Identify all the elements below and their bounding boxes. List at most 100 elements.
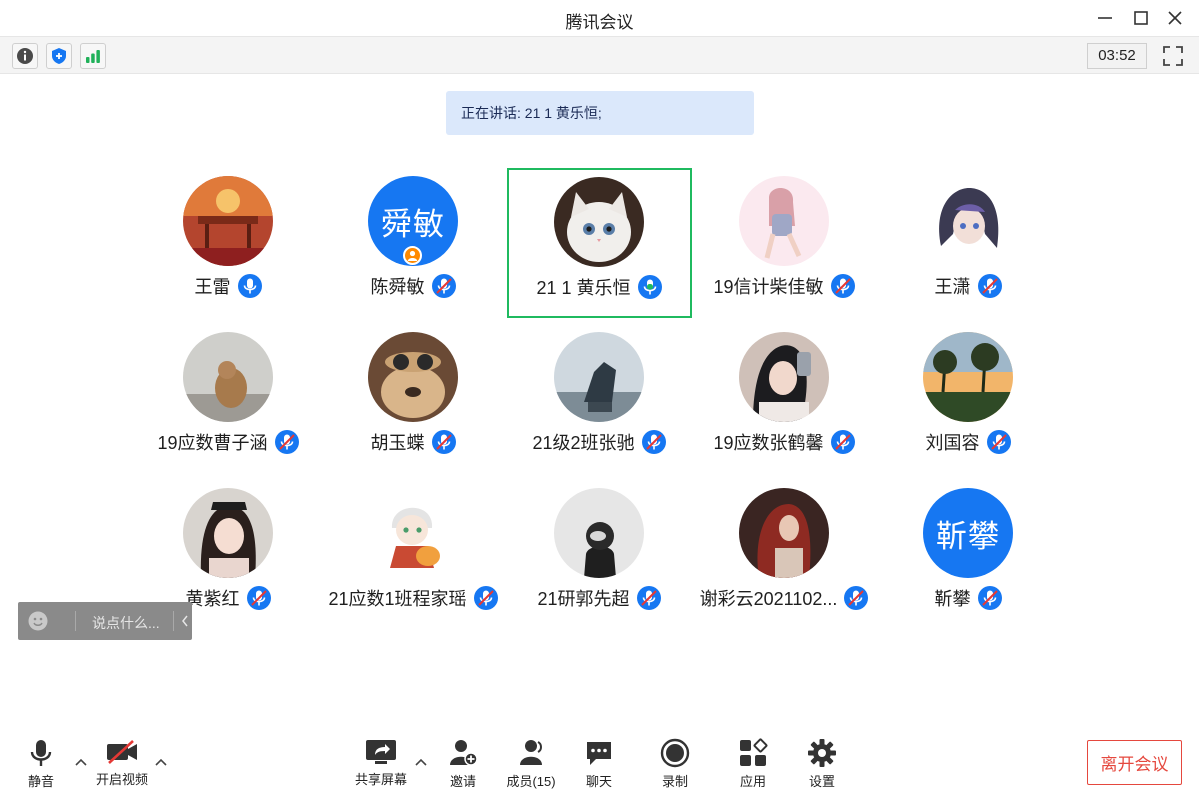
mic-muted-icon	[246, 586, 271, 610]
bottom-toolbar: 静音 开启视频 共享屏幕 邀请 成员(15) 聊天 录制 应用 设置	[0, 730, 1199, 793]
participant-name: 19信计柴佳敏	[713, 277, 824, 297]
mic-muted-icon	[844, 586, 869, 610]
mic-muted-icon	[830, 430, 855, 454]
avatar	[183, 332, 273, 422]
avatar: 靳攀	[923, 488, 1013, 578]
maximize-button[interactable]	[1128, 7, 1154, 29]
meeting-timer: 03:52	[1087, 43, 1147, 69]
participant-tile[interactable]: 舜敏 陈舜敏	[321, 167, 506, 317]
participant-tile[interactable]: 21研郭先超	[507, 479, 692, 629]
settings-button[interactable]: 设置	[805, 738, 839, 789]
participant-name: 黄紫红	[185, 589, 240, 609]
share-screen-label: 共享屏幕	[354, 772, 407, 787]
mic-muted-icon	[977, 274, 1002, 298]
mic-muted-icon	[274, 430, 299, 454]
avatar	[739, 488, 829, 578]
mic-muted-icon	[641, 430, 666, 454]
mic-muted-icon	[830, 274, 855, 298]
participant-name: 19应数曹子涵	[157, 433, 268, 453]
share-screen-button[interactable]: 共享屏幕	[352, 738, 410, 788]
apps-label: 应用	[739, 774, 766, 789]
avatar	[368, 332, 458, 422]
participant-tile[interactable]: 21应数1班程家瑶	[321, 479, 506, 629]
minimize-button[interactable]	[1092, 7, 1118, 29]
close-icon	[1168, 11, 1182, 25]
participant-tile[interactable]: 19应数张鹤馨	[692, 323, 877, 473]
start-video-button[interactable]: 开启视频	[92, 738, 152, 788]
chat-input-placeholder[interactable]: 说点什么...	[92, 613, 160, 633]
maximize-icon	[1134, 11, 1148, 25]
participant-name: 胡玉蝶	[370, 433, 425, 453]
avatar	[183, 488, 273, 578]
participant-tile[interactable]: 谢彩云2021102...	[692, 479, 877, 629]
mic-speaking-icon	[637, 275, 662, 299]
video-options-chevron-icon[interactable]	[154, 757, 168, 767]
participant-name: 陈舜敏	[370, 277, 425, 297]
participant-name: 王雷	[194, 277, 231, 297]
participant-tile[interactable]: 19信计柴佳敏	[692, 167, 877, 317]
minimize-icon	[1098, 17, 1112, 19]
participant-name: 21应数1班程家瑶	[328, 589, 467, 609]
chat-input-bar[interactable]: 说点什么...	[18, 602, 192, 640]
microphone-icon	[30, 740, 52, 766]
meeting-info-button[interactable]	[12, 43, 38, 69]
meeting-info-bar: 03:52	[0, 36, 1199, 74]
mic-muted-icon	[986, 430, 1011, 454]
fullscreen-icon	[1163, 46, 1183, 66]
participant-tile[interactable]: 刘国容	[876, 323, 1061, 473]
participant-name: 21研郭先超	[537, 589, 630, 609]
avatar	[183, 176, 273, 266]
emoji-icon[interactable]	[28, 611, 48, 631]
avatar	[923, 176, 1013, 266]
apps-button[interactable]: 应用	[736, 738, 770, 789]
signal-icon	[86, 50, 100, 63]
active-speaker-banner: 正在讲话: 21 1 黄乐恒;	[446, 91, 754, 135]
avatar	[368, 488, 458, 578]
mute-button[interactable]: 静音	[24, 738, 58, 789]
network-status-button[interactable]	[80, 43, 106, 69]
participant-name: 21 1 黄乐恒	[536, 278, 631, 298]
participant-tile-speaking[interactable]: 21 1 黄乐恒	[507, 168, 692, 318]
start-video-label: 开启视频	[95, 772, 148, 787]
gear-icon	[808, 739, 836, 767]
participant-name: 谢彩云2021102...	[699, 589, 838, 609]
members-button[interactable]: 成员(15)	[504, 738, 558, 789]
record-button[interactable]: 录制	[658, 738, 692, 789]
info-icon	[17, 48, 33, 64]
avatar	[739, 176, 829, 266]
video-off-icon	[107, 740, 137, 764]
avatar	[554, 488, 644, 578]
avatar	[554, 177, 644, 267]
share-options-chevron-icon[interactable]	[414, 757, 428, 767]
participant-tile[interactable]: 胡玉蝶	[321, 323, 506, 473]
audio-options-chevron-icon[interactable]	[74, 757, 88, 767]
participant-tile[interactable]: 靳攀 靳攀	[876, 479, 1061, 629]
share-screen-icon	[366, 740, 396, 764]
shield-icon	[52, 48, 66, 64]
participant-tile[interactable]: 21级2班张驰	[507, 323, 692, 473]
chat-button[interactable]: 聊天	[582, 738, 616, 789]
leave-meeting-button[interactable]: 离开会议	[1087, 740, 1182, 785]
chat-bubble-icon	[587, 742, 611, 765]
apps-grid-icon	[740, 738, 768, 766]
participant-tile[interactable]: 王雷	[136, 167, 321, 317]
fullscreen-button[interactable]	[1159, 43, 1187, 69]
invite-button[interactable]: 邀请	[446, 738, 480, 789]
add-user-icon	[450, 740, 478, 766]
participant-tile[interactable]: 王潇	[876, 167, 1061, 317]
participant-name: 19应数张鹤馨	[713, 433, 824, 453]
participant-tile[interactable]: 19应数曹子涵	[136, 323, 321, 473]
title-bar: 腾讯会议	[0, 0, 1199, 36]
mic-muted-icon	[431, 430, 456, 454]
participant-name: 刘国容	[925, 433, 980, 453]
invite-label: 邀请	[449, 774, 476, 789]
security-button[interactable]	[46, 43, 72, 69]
collapse-chevron-icon[interactable]	[180, 611, 190, 631]
participant-name: 21级2班张驰	[532, 433, 635, 453]
mic-muted-icon	[636, 586, 661, 610]
mic-muted-icon	[431, 274, 456, 298]
close-button[interactable]	[1162, 7, 1188, 29]
members-icon	[520, 740, 542, 765]
record-label: 录制	[661, 774, 688, 789]
mute-label: 静音	[27, 774, 54, 789]
